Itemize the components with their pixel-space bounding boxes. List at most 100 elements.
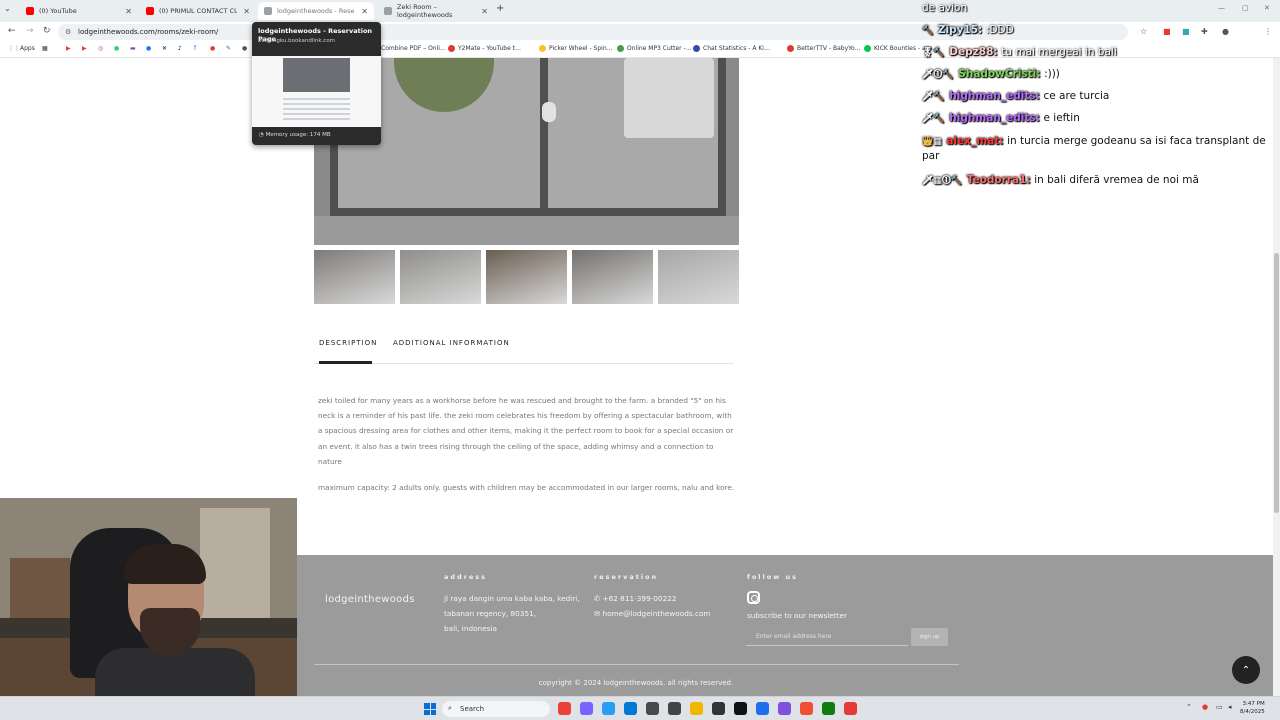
- thumbnail-image[interactable]: [314, 250, 395, 304]
- chat-text: ce are turcia: [1043, 90, 1110, 102]
- browser-tab-youtube[interactable]: (0) YouTube ✕: [20, 2, 138, 20]
- search-label: Search: [460, 705, 485, 713]
- instagram-icon[interactable]: [747, 591, 760, 604]
- twitch-icon[interactable]: ▬: [130, 45, 136, 52]
- taskbar-app-icon[interactable]: [712, 702, 725, 715]
- mic-icon[interactable]: ●: [1202, 703, 1208, 711]
- bookmark-y2mate[interactable]: Y2Mate - YouTube t…: [448, 45, 521, 52]
- taskbar-app-icon[interactable]: [580, 702, 593, 715]
- taskbar-app-icon[interactable]: [558, 702, 571, 715]
- taskbar-app-icon[interactable]: [646, 702, 659, 715]
- taskbar-app-icon[interactable]: [668, 702, 681, 715]
- tiktok-icon[interactable]: ♪: [178, 45, 182, 52]
- close-icon[interactable]: ✕: [237, 7, 250, 16]
- newsletter-label: subscribe to our newsletter: [747, 611, 848, 620]
- footer-logo[interactable]: lodgeinthewoods: [325, 594, 415, 605]
- taskbar-app-icon[interactable]: [690, 702, 703, 715]
- pinterest-icon[interactable]: ●: [210, 45, 215, 52]
- taskbar-app-icon[interactable]: [822, 702, 835, 715]
- chat-message: 🗡🔨 highman_edits: ce are turcia: [922, 89, 1272, 104]
- bookmark-betterttv[interactable]: BetterTTV - BabyYo…: [787, 45, 861, 52]
- volume-icon[interactable]: ◂: [1228, 703, 1232, 711]
- phone-icon: ✆: [594, 594, 601, 603]
- bookmark-combine-pdf[interactable]: Combine PDF – Onli…: [381, 45, 446, 52]
- network-icon[interactable]: ▭: [1216, 703, 1223, 711]
- scroll-to-top-button[interactable]: ⌃: [1232, 656, 1260, 684]
- youtube-icon[interactable]: ▶: [82, 45, 87, 52]
- newsletter-email-input[interactable]: [746, 628, 908, 646]
- chat-text: :DDD: [985, 24, 1014, 36]
- facebook-icon[interactable]: f: [194, 45, 196, 52]
- chat-username: highman_edits:: [949, 112, 1040, 124]
- thumbnail-strip: [314, 250, 739, 304]
- taskbar-app-icon[interactable]: [800, 702, 813, 715]
- bookmark-label: Combine PDF – Onli…: [381, 45, 446, 52]
- tab-additional-information[interactable]: ADDITIONAL INFORMATION: [393, 339, 510, 347]
- apps-icon[interactable]: ▦: [42, 45, 48, 52]
- whatsapp-icon[interactable]: ●: [114, 45, 119, 52]
- taskbar-app-icon[interactable]: [602, 702, 615, 715]
- browser-tab-zeki-room[interactable]: Zeki Room – lodgeinthewoods ✕: [378, 2, 494, 20]
- windows-start-icon[interactable]: [424, 703, 436, 715]
- chat-text: :))): [1044, 68, 1060, 80]
- site-info-icon[interactable]: ⚙: [65, 28, 71, 36]
- bookmark-apps[interactable]: Apps: [20, 45, 35, 52]
- chat-badge-icons: 🗡🔨: [922, 114, 945, 124]
- scrollbar-thumb[interactable]: [1274, 253, 1279, 513]
- taskbar-search-box[interactable]: ⌕ Search: [442, 701, 550, 717]
- bookmark-chat-statistics[interactable]: Chat Statistics - A Ki…: [693, 45, 770, 52]
- copyright-text: copyright © 2024 lodgeinthewoods. all ri…: [538, 679, 734, 687]
- taskbar-app-icon[interactable]: [624, 702, 637, 715]
- instagram-icon[interactable]: ◎: [98, 45, 103, 52]
- url-text: lodgeinthewoods.com/rooms/zeki-room/: [78, 28, 219, 36]
- close-icon[interactable]: ✕: [355, 7, 368, 16]
- chevron-up-icon: ⌃: [1241, 664, 1251, 676]
- preview-image: [283, 58, 350, 92]
- browser-tab-primul-contact[interactable]: (0) PRIMUL CONTACT CU TIKIX… ✕: [140, 2, 256, 20]
- bookmark-label: Y2Mate - YouTube t…: [458, 45, 522, 52]
- apps-grid-icon[interactable]: ⋮⋮: [8, 45, 20, 52]
- bookmark-icon[interactable]: ●: [242, 45, 247, 52]
- clock-time: 3:47 PM: [1242, 701, 1265, 707]
- email-link[interactable]: ✉ home@lodgeinthewoods.com: [594, 606, 711, 621]
- webcam-shelf: [10, 558, 70, 618]
- taskbar-clock[interactable]: 3:47 PM 8/4/2025: [1240, 700, 1265, 716]
- bookmark-label: BetterTTV - BabyYo…: [797, 45, 861, 52]
- new-tab-plus-icon[interactable]: +: [496, 3, 504, 14]
- reload-icon[interactable]: ↻: [43, 26, 51, 36]
- tray-chevron-icon[interactable]: ⌃: [1186, 703, 1192, 711]
- chat-badge-icons: 🎖🔨: [922, 48, 945, 58]
- taskbar-app-icon[interactable]: [756, 702, 769, 715]
- bookmark-picker-wheel[interactable]: Picker Wheel - Spin…: [539, 45, 613, 52]
- bookmark-mp3-cutter[interactable]: Online MP3 Cutter -…: [617, 45, 692, 52]
- reservation-block: ✆ +62 811-399-00222 ✉ home@lodgeinthewoo…: [594, 591, 711, 621]
- tab-search-icon[interactable]: ⌄: [4, 4, 11, 13]
- chat-username: Depz88:: [949, 46, 998, 58]
- thumbnail-image[interactable]: [400, 250, 481, 304]
- taskbar-app-icon[interactable]: [844, 702, 857, 715]
- taskbar-app-icon[interactable]: [734, 702, 747, 715]
- sign-up-button[interactable]: sign up: [911, 628, 948, 646]
- taskbar-app-icon[interactable]: [778, 702, 791, 715]
- forward-arrow-icon[interactable]: →: [26, 26, 34, 36]
- page-scrollbar[interactable]: [1273, 58, 1280, 696]
- phone-link[interactable]: ✆ +62 811-399-00222: [594, 591, 711, 606]
- tab-description[interactable]: DESCRIPTION: [319, 339, 377, 347]
- floorplan-bed: [624, 58, 714, 138]
- x-twitter-icon[interactable]: ✕: [162, 45, 167, 52]
- close-icon[interactable]: ✕: [475, 7, 488, 16]
- browser-tab-reservation[interactable]: lodgeinthewoods - Reservation… ✕: [258, 2, 374, 20]
- thumbnail-image[interactable]: [486, 250, 567, 304]
- thumbnail-image[interactable]: [658, 250, 739, 304]
- betterttv-icon: [787, 45, 794, 52]
- bookmark-icon[interactable]: ✎: [226, 45, 231, 52]
- hover-card-memory: ◔ Memory usage: 174 MB: [259, 132, 331, 138]
- chat-message: 🎖🔨 Depz88: tu mai mergeai in bali: [922, 45, 1272, 60]
- youtube-icon[interactable]: ▶: [66, 45, 71, 52]
- back-arrow-icon[interactable]: ←: [8, 26, 16, 36]
- thumbnail-image[interactable]: [572, 250, 653, 304]
- messenger-icon[interactable]: ●: [146, 45, 151, 52]
- tab-title: (0) PRIMUL CONTACT CU TIKIX…: [159, 7, 238, 15]
- close-icon[interactable]: ✕: [119, 7, 132, 16]
- chat-text: e ieftin: [1043, 112, 1080, 124]
